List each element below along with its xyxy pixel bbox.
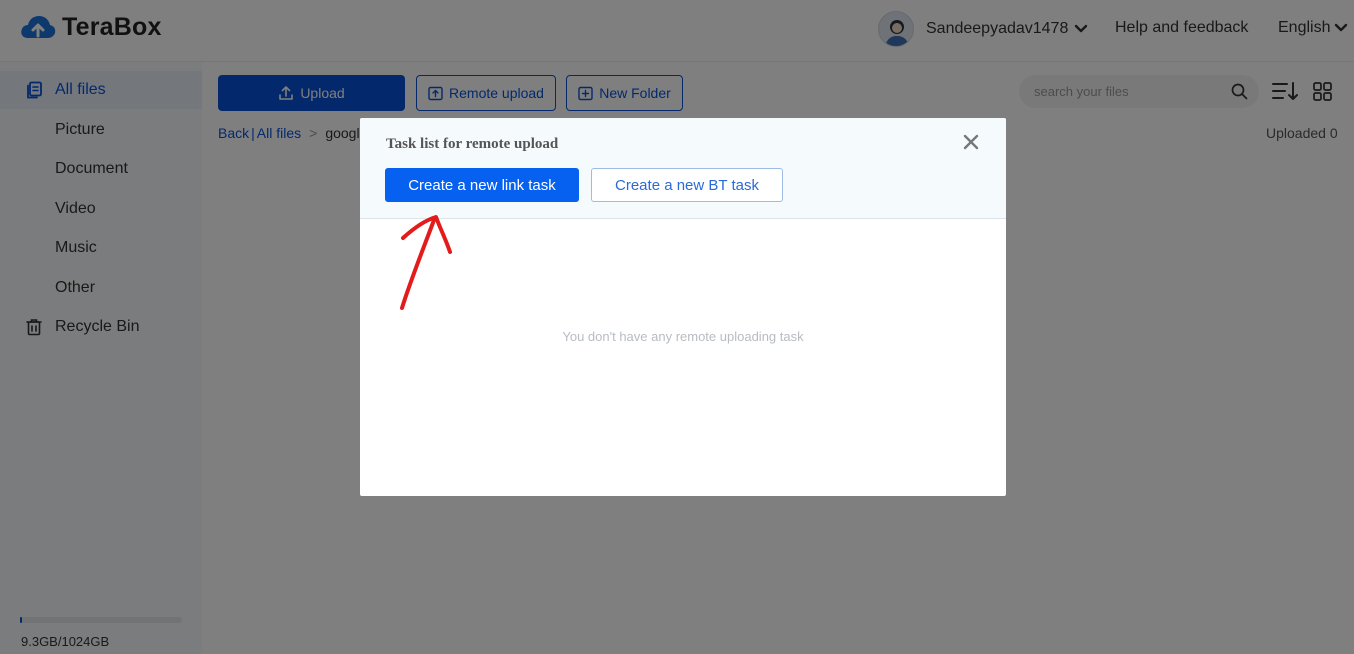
- remote-upload-task-dialog: Task list for remote upload Create a new…: [360, 118, 1006, 496]
- create-link-task-button[interactable]: Create a new link task: [385, 168, 579, 202]
- dialog-title: Task list for remote upload: [386, 136, 559, 152]
- dialog-header: Task list for remote upload Create a new…: [360, 118, 1006, 219]
- empty-task-message: You don't have any remote uploading task: [562, 329, 804, 344]
- annotation-arrow-icon: [400, 215, 452, 310]
- create-bt-task-button[interactable]: Create a new BT task: [591, 168, 783, 202]
- close-icon[interactable]: [962, 133, 980, 151]
